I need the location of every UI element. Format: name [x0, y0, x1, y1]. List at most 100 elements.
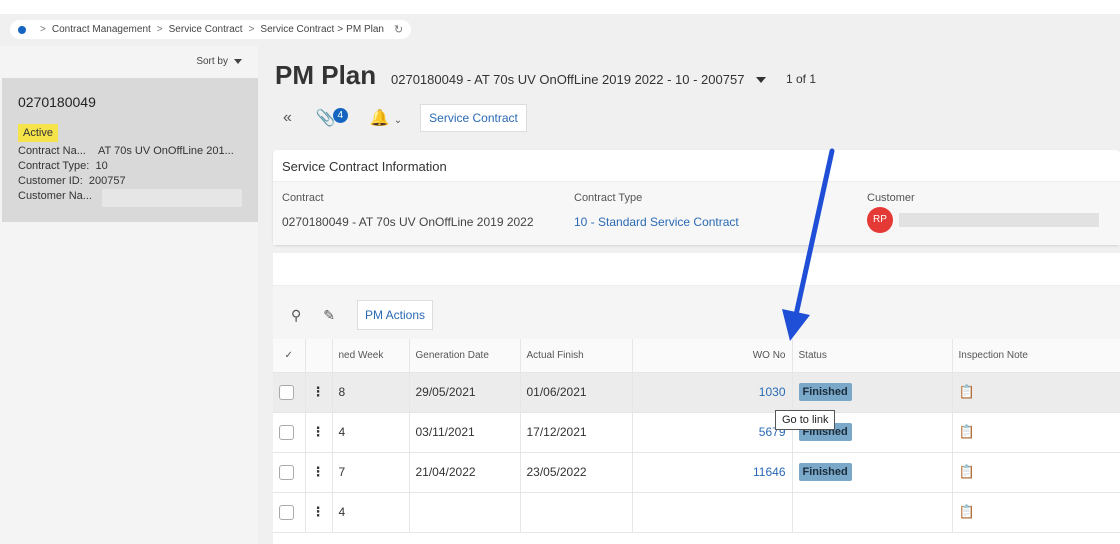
generation-date-cell — [409, 492, 521, 533]
status-badge: Finished — [798, 383, 852, 401]
home-icon[interactable] — [18, 25, 26, 34]
planned-week-cell: 8 — [332, 372, 410, 413]
row-checkbox[interactable] — [279, 424, 294, 440]
clipboard-icon[interactable]: 📋 — [959, 384, 975, 399]
record-subtitle: 0270180049 - AT 70s UV OnOffLine 2019 20… — [391, 72, 745, 87]
chevron-right-icon: > — [40, 24, 46, 35]
pm-actions-button[interactable]: PM Actions — [357, 300, 434, 330]
table-panel-header — [273, 253, 1120, 286]
planned-week-cell: 4 — [332, 412, 410, 453]
generation-date-cell: 21/04/2022 — [409, 452, 521, 493]
contract-type-label: Contract Type — [574, 192, 643, 204]
go-to-link-tooltip: Go to link — [775, 410, 836, 430]
status-badge: Active — [18, 124, 58, 142]
chevron-down-icon[interactable]: ⌄ — [394, 115, 402, 126]
record-card[interactable]: 0270180049 Active Contract Na... AT 70s U… — [2, 78, 258, 222]
card-row-customer-name: Customer Na... — [18, 189, 242, 207]
customer-value: RP — [867, 207, 1099, 233]
column-header-actual-finish[interactable]: Actual Finish — [520, 339, 633, 373]
column-header-actions — [305, 339, 333, 373]
actual-finish-cell — [520, 492, 633, 533]
row-checkbox[interactable] — [279, 384, 294, 400]
column-header-inspection-note[interactable]: Inspection Note — [952, 339, 1120, 373]
column-header-generation-date[interactable]: Generation Date — [409, 339, 521, 373]
chevron-right-icon: > — [156, 24, 163, 35]
sort-by-dropdown[interactable]: Sort by — [196, 56, 242, 67]
card-row-contract-name: Contract Na... AT 70s UV OnOffLine 201... — [18, 145, 234, 157]
breadcrumb-item-service-contract[interactable]: Service Contract — [169, 24, 243, 35]
actual-finish-cell: 23/05/2022 — [520, 452, 633, 493]
breadcrumb-separator: > — [337, 24, 344, 35]
filter-icon[interactable]: ⚲ — [291, 307, 301, 324]
record-list-panel: Sort by 0270180049 Active Contract Na...… — [0, 46, 258, 544]
wo-no-link[interactable] — [632, 492, 793, 533]
record-id: 0270180049 — [18, 94, 96, 110]
wo-no-link[interactable]: 11646 — [632, 452, 793, 493]
status-badge: Finished — [798, 463, 852, 481]
caret-down-icon[interactable] — [756, 76, 767, 83]
actual-finish-cell: 01/06/2021 — [520, 372, 633, 413]
status-cell — [792, 492, 953, 533]
planned-week-cell: 4 — [332, 492, 410, 533]
redacted-value — [899, 213, 1099, 227]
table-row[interactable]: ⋮ 8 29/05/2021 01/06/2021 1030 Finished … — [273, 372, 1120, 413]
generation-date-cell: 03/11/2021 — [409, 412, 521, 453]
pm-plan-table: ✓ ned Week Generation Date Actual Finish… — [273, 339, 1120, 533]
kebab-menu-icon[interactable]: ⋮ — [312, 464, 325, 479]
wo-no-link[interactable]: 1030 — [759, 385, 786, 399]
kebab-menu-icon[interactable]: ⋮ — [312, 504, 325, 519]
pencil-icon[interactable]: ✎ — [323, 307, 335, 324]
kebab-menu-icon[interactable]: ⋮ — [312, 424, 325, 439]
chevron-right-icon: > — [248, 24, 255, 35]
record-count: 1 of 1 — [786, 72, 817, 86]
card-row-customer-id: Customer ID: 200757 — [18, 175, 126, 187]
clipboard-icon[interactable]: 📋 — [959, 504, 975, 519]
table-row[interactable]: ⋮ 4 📋 — [273, 492, 1120, 533]
row-checkbox[interactable] — [279, 504, 294, 520]
info-body: Contract 0270180049 - AT 70s UV OnOffLin… — [273, 182, 1120, 245]
avatar: RP — [867, 207, 893, 233]
contract-value: 0270180049 - AT 70s UV OnOffLine 2019 20… — [282, 215, 534, 229]
double-chevron-left-icon[interactable]: « — [283, 109, 292, 127]
pm-plan-table-panel: ⚲ ✎ PM Actions ✓ ned Week Generation Dat… — [273, 253, 1120, 544]
table-header-row: ✓ ned Week Generation Date Actual Finish… — [273, 339, 1120, 373]
top-strip — [0, 0, 1120, 14]
redacted-value — [102, 189, 242, 207]
card-row-contract-type: Contract Type: 10 — [18, 160, 108, 172]
record-selector[interactable]: 0270180049 - AT 70s UV OnOffLine 2019 20… — [391, 72, 767, 87]
table-row[interactable]: ⋮ 7 21/04/2022 23/05/2022 11646 Finished… — [273, 452, 1120, 493]
breadcrumb: > Contract Management > Service Contract… — [10, 20, 412, 39]
kebab-menu-icon[interactable]: ⋮ — [312, 384, 325, 399]
page-title: PM Plan — [275, 60, 377, 90]
service-contract-button[interactable]: Service Contract — [420, 104, 527, 132]
table-row[interactable]: ⋮ 4 03/11/2021 17/12/2021 5679 Finished … — [273, 412, 1120, 453]
toolbar: « 📎 4 🔔 ⌄ Service Contract — [283, 104, 527, 132]
info-heading: Service Contract Information — [273, 150, 1120, 182]
bell-icon[interactable]: 🔔 ⌄ — [370, 108, 402, 128]
breadcrumb-item-service-contract-2[interactable]: Service Contract — [260, 24, 334, 35]
planned-week-cell: 7 — [332, 452, 410, 493]
wo-no-link[interactable]: 5679 — [632, 412, 793, 453]
sort-by-label: Sort by — [196, 56, 228, 67]
customer-label: Customer — [867, 192, 915, 204]
actual-finish-cell: 17/12/2021 — [520, 412, 633, 453]
clipboard-icon[interactable]: 📋 — [959, 464, 975, 479]
breadcrumb-item-contract-management[interactable]: Contract Management — [52, 24, 151, 35]
clipboard-icon[interactable]: 📋 — [959, 424, 975, 439]
column-header-wo-no[interactable]: WO No — [632, 339, 793, 373]
refresh-icon[interactable]: ↻ — [394, 23, 403, 36]
contract-field: Contract 0270180049 - AT 70s UV OnOffLin… — [282, 192, 534, 229]
contract-type-link[interactable]: 10 - Standard Service Contract — [574, 215, 739, 229]
row-checkbox[interactable] — [279, 464, 294, 480]
paperclip-icon[interactable]: 📎 4 — [316, 108, 348, 128]
column-header-planned-week[interactable]: ned Week — [332, 339, 410, 373]
select-all-checkbox[interactable]: ✓ — [273, 339, 306, 373]
table-toolbar: ⚲ ✎ PM Actions — [273, 286, 1120, 339]
column-header-status[interactable]: Status — [792, 339, 953, 373]
contract-label: Contract — [282, 192, 324, 204]
customer-field: Customer RP — [867, 192, 1099, 233]
attachments-count-badge: 4 — [332, 108, 348, 123]
service-contract-info-card: Service Contract Information Contract 02… — [273, 150, 1120, 245]
breadcrumb-current: PM Plan — [346, 24, 384, 35]
caret-down-icon — [234, 59, 242, 64]
